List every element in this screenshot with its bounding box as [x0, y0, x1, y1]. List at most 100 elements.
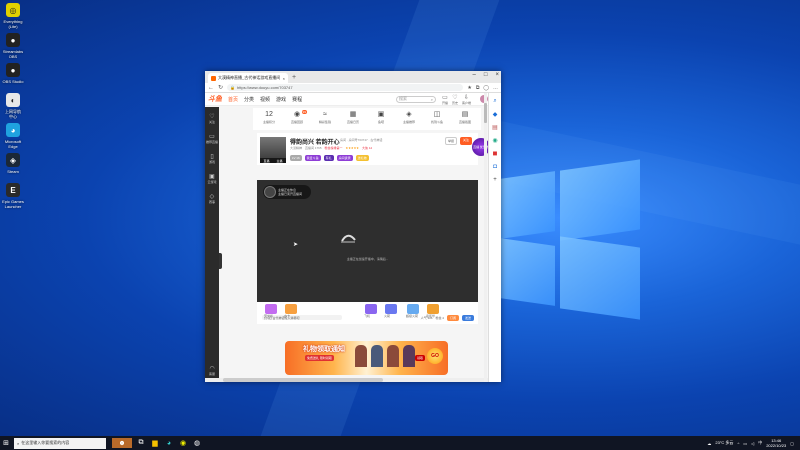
obs-icon[interactable]: ◍: [192, 438, 202, 448]
send-button[interactable]: 发送: [461, 315, 474, 321]
favorite-star-icon[interactable]: ★: [467, 85, 471, 91]
vertical-scrollbar[interactable]: [484, 93, 487, 382]
quick-item[interactable]: 12 主播积分: [258, 110, 280, 128]
nav-video[interactable]: 视频: [260, 96, 270, 103]
game-icon[interactable]: ◉: [492, 137, 499, 144]
quick-item[interactable]: ◉ 直播回顾 99: [286, 110, 308, 128]
outlook-icon[interactable]: ◘: [492, 163, 499, 170]
everything-icon[interactable]: ◉: [178, 438, 188, 448]
sidebar-item-cloud-game[interactable]: ▣ 云游戏: [207, 173, 216, 184]
new-tab-button[interactable]: +: [292, 73, 296, 83]
sidebar-item-follow[interactable]: ♡ 关注: [209, 113, 215, 124]
quick-item[interactable]: ▣ 鱼吧: [370, 110, 392, 128]
gift-item-icon[interactable]: [427, 304, 439, 314]
streamer-avatar[interactable]: 直播 主播: [260, 137, 286, 163]
browser-tab[interactable]: 大漠精神直播_古代神话游戏直播间 ×: [208, 73, 288, 83]
refresh-icon[interactable]: ↻: [218, 84, 223, 91]
follow-button[interactable]: 关注: [459, 137, 472, 145]
gift-item-icon[interactable]: [285, 304, 297, 314]
up-arrow-icon[interactable]: ^: [737, 441, 739, 446]
quick-item[interactable]: ◈ 主播推荐: [398, 110, 420, 128]
quick-item[interactable]: ≈ 精彩集锦: [314, 110, 336, 128]
ad-go-button[interactable]: GO: [427, 348, 443, 364]
taskbar-search-input[interactable]: ⌕ 在这里输入你要搜索的内容: [14, 437, 106, 449]
room-tag[interactable]: 我爱斗鱼: [304, 155, 321, 161]
video-player[interactable]: 主播正在休息 主播已离开直播间 主播正在加速开播中，请稍后... ➤: [257, 180, 478, 302]
nav-game[interactable]: 游戏: [276, 96, 286, 103]
gift-item-icon[interactable]: [385, 304, 397, 314]
sidebar-item-match[interactable]: ◇ 赛事: [209, 193, 215, 204]
file-explorer-icon[interactable]: ▆: [150, 438, 160, 448]
gift-item-icon[interactable]: [365, 304, 377, 314]
fans-rank[interactable]: 粉丝榜排第一: [325, 146, 343, 150]
desktop-icon[interactable]: ◎ Everything (Lite): [2, 3, 24, 29]
collections-icon[interactable]: ⧉: [476, 85, 480, 91]
gift-notice-banner[interactable]: 礼物领取通知 免费送礼 限时领取 领取 GO: [285, 341, 448, 375]
streamer-name[interactable]: 大漠精神: [290, 146, 302, 150]
history-button[interactable]: ♡ 历史: [452, 94, 458, 105]
volume-icon[interactable]: ◁: [751, 441, 754, 446]
ime-indicator[interactable]: 中: [758, 440, 762, 446]
sidebar-item-service[interactable]: ◠ 客服: [209, 365, 215, 376]
quick-item[interactable]: ▤ 直播截图: [454, 110, 476, 128]
room-tag[interactable]: 送礼物: [355, 155, 369, 161]
windows-logo: [500, 150, 650, 320]
quick-item[interactable]: ◫ 找到斗鱼: [426, 110, 448, 128]
quick-item[interactable]: ▦ 直播日历: [342, 110, 364, 128]
desktop-icon[interactable]: ◕ Microsoft Edge: [2, 123, 24, 149]
douyu-logo[interactable]: 斗鱼: [208, 94, 222, 104]
desktop-icon[interactable]: ◈ Steam: [2, 153, 24, 174]
clock[interactable]: 13:46 2022/10/23: [766, 438, 786, 448]
weather-icon[interactable]: ☁: [707, 441, 711, 446]
address-bar: ← ↻ 🔒 https://www.douyu.com/703747 ★ ⧉ ◯…: [205, 83, 501, 93]
horizontal-scrollbar[interactable]: [205, 378, 488, 382]
sidebar-item-game[interactable]: ▯ 游戏: [209, 153, 215, 164]
desktop-icon[interactable]: ● OBS Studio: [2, 63, 24, 84]
gift-item-icon[interactable]: [407, 304, 419, 314]
go-live-button[interactable]: ▭ 开播: [442, 94, 448, 105]
search-icon[interactable]: ⌕: [492, 98, 499, 105]
nav-category[interactable]: 分类: [244, 96, 254, 103]
ad-character-image: [355, 345, 367, 367]
more-icon[interactable]: …: [493, 85, 498, 91]
desktop-icon[interactable]: ◐ 上网导航 中心: [2, 93, 24, 119]
task-view-icon[interactable]: ⧉: [136, 438, 146, 448]
network-icon[interactable]: ▭: [743, 441, 747, 446]
tab-bar: 大漠精神直播_古代神话游戏直播间 × + – □ ×: [205, 71, 501, 83]
notification-icon[interactable]: ▢: [790, 441, 794, 446]
maximize-icon[interactable]: □: [484, 72, 488, 78]
minimize-icon[interactable]: –: [473, 72, 476, 78]
office-icon[interactable]: ◼: [492, 150, 499, 157]
edge-icon[interactable]: ◕: [164, 438, 174, 448]
shopping-icon[interactable]: ◆: [492, 111, 499, 118]
room-tag[interactable]: 有礼: [323, 155, 334, 161]
profile-icon[interactable]: ◯: [483, 85, 489, 91]
knight-count[interactable]: 大侠 12: [362, 146, 372, 150]
close-window-icon[interactable]: ×: [495, 72, 499, 78]
sidebar-item-recommend[interactable]: ▭ 推荐直播: [206, 133, 218, 144]
gift-item-icon[interactable]: [265, 304, 277, 314]
nav-home[interactable]: 首页: [228, 96, 238, 103]
sidebar-collapse-handle[interactable]: [219, 253, 222, 269]
url-field[interactable]: 🔒 https://www.douyu.com/703747: [227, 84, 464, 91]
search-icon[interactable]: ⌕: [431, 97, 433, 102]
close-icon[interactable]: ×: [283, 76, 285, 81]
subscribe-button[interactable]: 订阅: [446, 315, 459, 321]
weather-text[interactable]: 23°C 多云: [715, 440, 733, 446]
briefcase-icon[interactable]: ▤: [492, 124, 499, 131]
room-tag[interactable]: 房间贵宾: [336, 155, 353, 161]
ad-claim-button[interactable]: 领取: [415, 355, 426, 361]
add-icon[interactable]: +: [492, 176, 499, 183]
room-tag[interactable]: LV 16: [290, 155, 302, 161]
room-info-panel: 直播 主播 得韵尚兴 若韵开心 房间 · 房间号703747 · 古代神话 大漠…: [257, 133, 488, 165]
report-button[interactable]: 举报: [444, 137, 457, 145]
danmu-input[interactable]: [小花] 古代神话轮入弹幕吧: [262, 315, 342, 320]
nav-schedule[interactable]: 赛程: [292, 96, 302, 103]
back-icon[interactable]: ←: [208, 85, 214, 91]
desktop-icon[interactable]: E Epic Games Launcher: [2, 183, 24, 209]
client-button[interactable]: ⇩ 客户端: [462, 94, 471, 105]
site-search-input[interactable]: 搜索 ⌕: [395, 95, 436, 103]
desktop-icon[interactable]: ● Streamlabs OBS: [2, 33, 24, 59]
cortana-icon[interactable]: ☻: [112, 438, 132, 448]
windows-start-icon[interactable]: ⊞: [0, 436, 12, 450]
